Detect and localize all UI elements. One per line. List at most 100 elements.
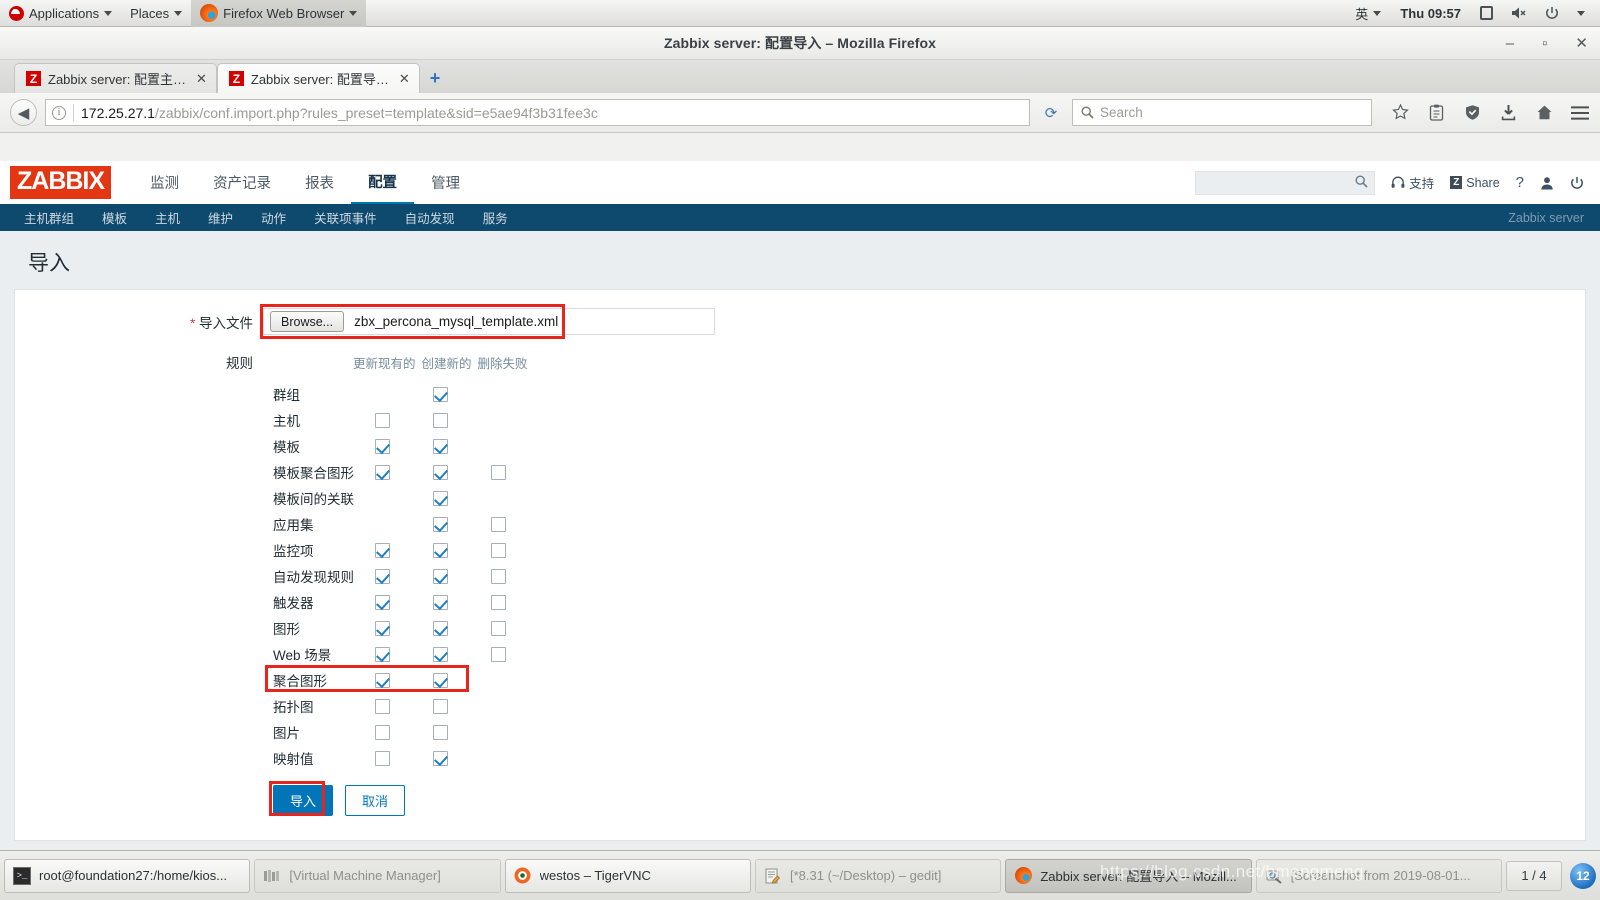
new-tab-button[interactable]: +: [430, 69, 441, 87]
site-info-icon[interactable]: i: [52, 105, 66, 120]
update-checkbox[interactable]: [375, 412, 390, 428]
gedit-icon: [764, 867, 782, 885]
main-menu-item-reports[interactable]: 报表: [288, 161, 351, 204]
screen-icon[interactable]: [1471, 0, 1502, 27]
hamburger-menu-icon[interactable]: [1570, 105, 1590, 120]
update-checkbox[interactable]: [375, 698, 390, 714]
sub-menu-item-host-groups[interactable]: 主机群组: [10, 208, 88, 227]
tab-close-icon[interactable]: ✕: [399, 71, 410, 87]
library-icon[interactable]: [1426, 104, 1446, 121]
browser-tab-2[interactable]: Z Zabbix server: 配置导… ✕: [216, 63, 420, 93]
user-icon[interactable]: [1540, 176, 1554, 190]
delete-checkbox[interactable]: [491, 620, 506, 636]
taskbar-item[interactable]: westos – TigerVNC: [504, 858, 751, 893]
update-checkbox[interactable]: [375, 594, 390, 610]
zabbix-logo[interactable]: ZABBIX: [10, 166, 112, 199]
delete-checkbox[interactable]: [491, 568, 506, 584]
clock[interactable]: Thu 09:57: [1390, 6, 1471, 21]
sub-menu-item-correlation[interactable]: 关联项事件: [300, 208, 391, 227]
main-menu-item-configuration[interactable]: 配置: [351, 161, 415, 204]
taskbar-item[interactable]: Zabbix server: 配置导入 – Mozill...: [1005, 858, 1252, 893]
browser-tab-1[interactable]: Z Zabbix server: 配置主… ✕: [14, 63, 217, 93]
create-checkbox[interactable]: [433, 620, 448, 636]
sub-menu-item-discovery[interactable]: 自动发现: [391, 208, 469, 227]
delete-checkbox[interactable]: [491, 542, 506, 558]
main-menu-item-monitoring[interactable]: 监测: [133, 161, 196, 204]
rule-row: 主机: [15, 407, 1585, 433]
applications-menu[interactable]: Applications: [0, 0, 121, 27]
bookmark-star-icon[interactable]: [1390, 104, 1410, 121]
import-submit-button[interactable]: 导入: [273, 785, 334, 816]
delete-checkbox[interactable]: [491, 646, 506, 662]
delete-checkbox[interactable]: [491, 464, 506, 480]
shield-icon[interactable]: [1462, 104, 1482, 121]
create-checkbox[interactable]: [433, 646, 448, 662]
volume-muted-icon[interactable]: [1502, 0, 1536, 27]
search-bar[interactable]: Search: [1072, 99, 1372, 126]
taskbar-item[interactable]: [Screenshot from 2019-08-01...: [1255, 858, 1502, 893]
sub-menu-item-templates[interactable]: 模板: [88, 208, 141, 227]
create-checkbox[interactable]: [433, 568, 448, 584]
places-menu[interactable]: Places: [121, 0, 191, 27]
create-checkbox[interactable]: [433, 438, 448, 454]
update-checkbox[interactable]: [375, 464, 390, 480]
workspace-pager[interactable]: 1 / 4: [1506, 860, 1562, 891]
signout-icon[interactable]: [1570, 176, 1584, 190]
reload-button[interactable]: ⟳: [1038, 99, 1064, 126]
update-checkbox[interactable]: [375, 438, 390, 454]
maximize-button[interactable]: ▫: [1542, 36, 1547, 51]
delete-checkbox-cell: [491, 491, 549, 506]
create-checkbox[interactable]: [433, 412, 448, 428]
taskbar-item[interactable]: [*8.31 (~/Desktop) – gedit]: [754, 858, 1002, 893]
main-menu-item-administration[interactable]: 管理: [414, 161, 477, 204]
delete-checkbox[interactable]: [491, 516, 506, 532]
create-checkbox[interactable]: [433, 672, 448, 688]
create-checkbox[interactable]: [433, 724, 448, 740]
create-checkbox[interactable]: [433, 386, 448, 402]
power-icon[interactable]: [1536, 0, 1568, 27]
home-icon[interactable]: [1534, 104, 1554, 121]
create-checkbox[interactable]: [433, 594, 448, 610]
share-link[interactable]: Z Share: [1450, 176, 1500, 190]
taskbar-item[interactable]: [Virtual Machine Manager]: [254, 858, 501, 893]
cancel-button[interactable]: 取消: [345, 785, 406, 816]
help-icon[interactable]: ?: [1516, 174, 1524, 191]
url-bar[interactable]: i 172.25.27.1/zabbix/conf.import.php?rul…: [45, 99, 1030, 126]
rule-label: 触发器: [273, 596, 314, 611]
active-application-menu[interactable]: Firefox Web Browser: [191, 0, 367, 27]
create-checkbox[interactable]: [433, 516, 448, 532]
global-search-input[interactable]: [1195, 170, 1376, 195]
create-checkbox[interactable]: [433, 750, 448, 766]
sub-menu-item-actions[interactable]: 动作: [247, 208, 300, 227]
update-checkbox[interactable]: [375, 620, 390, 636]
update-checkbox[interactable]: [375, 568, 390, 584]
sub-menu-item-services[interactable]: 服务: [469, 208, 522, 227]
import-file-control: Browse... zbx_percona_mysql_template.xml: [260, 304, 715, 339]
minimize-button[interactable]: –: [1506, 36, 1514, 51]
browse-button[interactable]: Browse...: [270, 311, 345, 332]
update-checkbox[interactable]: [375, 542, 390, 558]
taskbar-item[interactable]: >_ root@foundation27:/home/kios...: [4, 858, 251, 893]
tab-close-icon[interactable]: ✕: [196, 71, 207, 87]
update-checkbox[interactable]: [375, 672, 390, 688]
downloads-icon[interactable]: [1498, 104, 1518, 121]
update-checkbox[interactable]: [375, 750, 390, 766]
main-menu-item-inventory[interactable]: 资产记录: [196, 161, 288, 204]
update-checkbox[interactable]: [375, 646, 390, 662]
sub-menu-item-maintenance[interactable]: 维护: [194, 208, 247, 227]
create-checkbox[interactable]: [433, 464, 448, 480]
update-checkbox[interactable]: [375, 724, 390, 740]
back-button[interactable]: ◀: [10, 99, 37, 126]
create-checkbox[interactable]: [433, 542, 448, 558]
delete-checkbox[interactable]: [491, 594, 506, 610]
system-menu-caret[interactable]: [1568, 0, 1594, 27]
file-input[interactable]: Browse... zbx_percona_mysql_template.xml: [263, 308, 715, 335]
sub-menu-item-hosts[interactable]: 主机: [141, 208, 194, 227]
create-checkbox[interactable]: [433, 698, 448, 714]
tray-badge-icon[interactable]: 12: [1570, 862, 1596, 889]
search-icon[interactable]: [1355, 174, 1368, 191]
create-checkbox[interactable]: [433, 490, 448, 506]
close-button[interactable]: ✕: [1575, 36, 1588, 51]
input-method-indicator[interactable]: 英: [1346, 0, 1390, 27]
support-link[interactable]: 支持: [1391, 173, 1434, 192]
